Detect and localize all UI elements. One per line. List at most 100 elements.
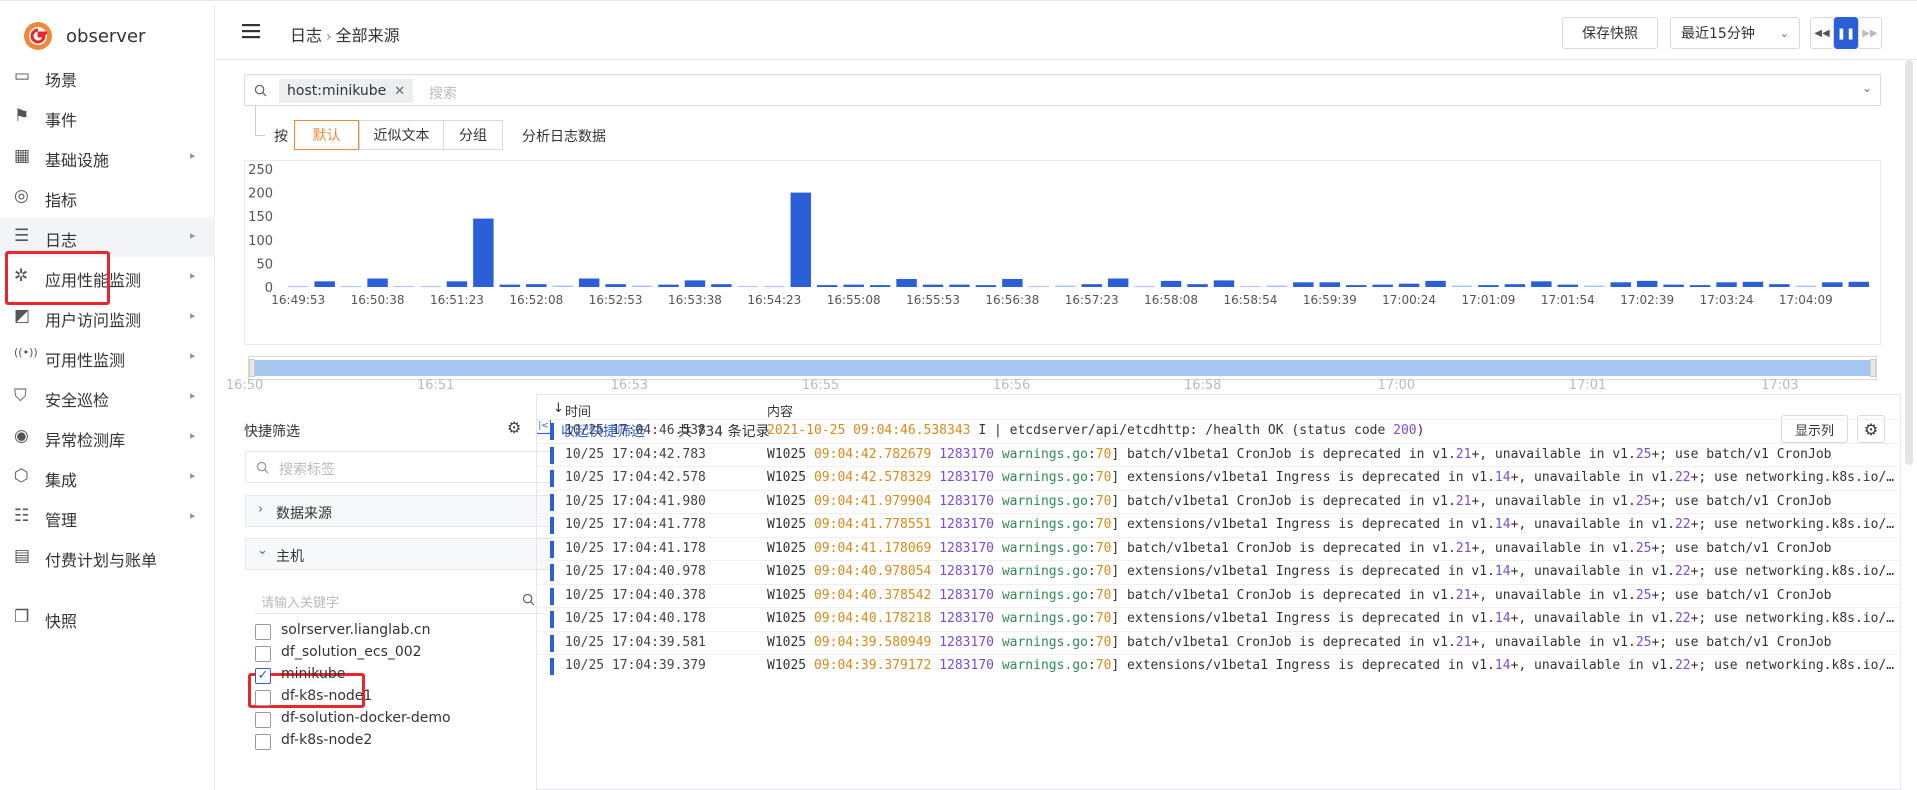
search-bar[interactable]: host:minikube ✕ 搜索 ⌄ [244, 74, 1881, 106]
histogram-bar[interactable] [1610, 282, 1631, 287]
histogram-bar[interactable] [1716, 282, 1737, 287]
time-range-select[interactable]: 最近15分钟 ⌄ [1670, 17, 1800, 49]
histogram-bar[interactable] [684, 280, 706, 287]
histogram-bar[interactable] [605, 284, 626, 287]
sidebar-item-2[interactable]: ▦ 基础设施 ▸ [0, 137, 215, 177]
histogram-bar[interactable] [340, 286, 362, 287]
histogram-bar[interactable] [922, 284, 944, 287]
table-row[interactable]: 10/25 17:04:40.378 W1025 09:04:40.378542 … [537, 583, 1900, 608]
table-row[interactable]: 10/25 17:04:42.578 W1025 09:04:42.578329 … [537, 466, 1900, 490]
groupby-approx-text[interactable]: 近似文本 [359, 120, 444, 150]
histogram-bar[interactable] [1240, 286, 1261, 287]
groupby-default[interactable]: 默认 [294, 120, 359, 150]
table-row[interactable]: 10/25 17:04:40.178 W1025 09:04:40.178218 … [537, 607, 1900, 631]
sidebar-item-1[interactable]: ⚑ 事件 [0, 97, 215, 137]
col-time-header[interactable]: 时间 [565, 401, 591, 420]
histogram-bar[interactable] [1795, 285, 1817, 287]
chevron-down-icon[interactable]: ⌄ [1862, 81, 1872, 95]
histogram-bar[interactable] [1055, 285, 1076, 287]
histogram-bar[interactable] [446, 281, 468, 287]
table-row[interactable]: 10/25 17:04:40.978 W1025 09:04:40.978054 … [537, 560, 1900, 584]
histogram-bar[interactable] [737, 286, 759, 287]
histogram-bar[interactable] [1293, 282, 1314, 287]
gear-icon[interactable]: ⚙ [507, 418, 521, 437]
table-row[interactable]: 10/25 17:04:39.581 W1025 09:04:39.580949 … [537, 630, 1900, 655]
rewind-button[interactable]: ◀◀ [1810, 17, 1834, 49]
histogram-bar[interactable] [1160, 280, 1182, 287]
histogram-bar[interactable] [526, 284, 547, 287]
histogram-bar[interactable] [949, 284, 970, 287]
slider-right-handle[interactable] [1870, 359, 1876, 377]
table-row[interactable]: 10/25 17:04:42.783 W1025 09:04:42.782679 … [537, 442, 1900, 467]
histogram-bar[interactable] [869, 285, 891, 287]
histogram-bar[interactable] [473, 218, 494, 287]
sidebar-item-12[interactable]: ▤ 付费计划与账单 [0, 537, 215, 577]
histogram-bar[interactable] [1134, 286, 1155, 287]
tag-search-input[interactable]: 搜索标签 [245, 451, 553, 483]
histogram-bar[interactable] [1372, 284, 1393, 287]
analyze-log-link[interactable]: 分析日志数据 [522, 126, 606, 146]
save-snapshot-button[interactable]: 保存快照 [1562, 17, 1658, 49]
histogram-bar[interactable] [1451, 285, 1473, 287]
menu-icon[interactable] [240, 20, 262, 42]
host-name[interactable]: solrserver.lianglab.cn [281, 622, 430, 638]
histogram-bar[interactable] [393, 286, 415, 287]
histogram-bar[interactable] [1107, 278, 1129, 287]
histogram-bar[interactable] [1319, 282, 1340, 287]
brand[interactable]: observer [22, 18, 145, 54]
histogram-bar[interactable] [817, 285, 838, 287]
histogram-bar[interactable] [1081, 284, 1102, 287]
table-row[interactable]: 10/25 17:04:41.980 W1025 09:04:41.979904 … [537, 489, 1900, 514]
section-data-source[interactable]: › 数据来源 [245, 495, 553, 527]
histogram-bar[interactable] [790, 192, 811, 287]
histogram-bar[interactable] [1663, 284, 1684, 287]
histogram-bar[interactable] [1346, 285, 1367, 287]
sidebar-item-7[interactable]: ((•)) 可用性监测 ▸ [0, 337, 215, 377]
host-checkbox[interactable]: ✓ [255, 668, 271, 684]
host-name[interactable]: df-k8s-node1 [281, 688, 372, 704]
histogram-bar[interactable] [1425, 280, 1446, 287]
host-name[interactable]: df-solution-docker-demo [281, 710, 451, 726]
slider-selection[interactable] [255, 360, 1870, 376]
table-row[interactable]: 10/25 17:04:41.178 W1025 09:04:41.178069 … [537, 536, 1900, 561]
histogram-bar[interactable] [1398, 283, 1420, 287]
filter-tag[interactable]: host:minikube ✕ [279, 79, 414, 103]
histogram-bar[interactable] [552, 285, 573, 287]
sidebar-item-11[interactable]: ☷ 管理 ▸ [0, 497, 215, 537]
histogram-bar[interactable] [1213, 280, 1235, 287]
search-placeholder[interactable]: 搜索 [429, 83, 457, 103]
host-search-input[interactable]: 请输入关键字 [255, 586, 545, 614]
host-checkbox[interactable] [255, 690, 271, 706]
sidebar-item-3[interactable]: ◎ 指标 [0, 177, 215, 217]
histogram-bar[interactable] [843, 284, 864, 287]
host-checkbox[interactable] [255, 734, 271, 750]
histogram-bar[interactable] [578, 278, 600, 287]
histogram-bar[interactable] [1478, 285, 1499, 287]
histogram-bar[interactable] [1689, 285, 1711, 287]
histogram-bar[interactable] [896, 278, 917, 287]
host-checkbox[interactable] [255, 646, 271, 662]
sidebar-item-13[interactable]: ❐ 快照 [0, 598, 215, 638]
table-row[interactable]: 10/25 17:04:46.538 2021-10-25 09:04:46.53… [537, 419, 1900, 443]
close-icon[interactable]: ✕ [394, 84, 405, 99]
host-name[interactable]: df-k8s-node2 [281, 732, 372, 748]
histogram-bar[interactable] [1557, 284, 1579, 287]
histogram-bar[interactable] [1848, 281, 1869, 287]
histogram-bar[interactable] [1266, 285, 1288, 287]
sidebar-item-10[interactable]: ⬡ 集成 ▸ [0, 457, 215, 497]
histogram-bar[interactable] [420, 286, 441, 287]
histogram-bar[interactable] [1742, 281, 1764, 287]
histogram-bar[interactable] [1636, 280, 1658, 287]
histogram-bar[interactable] [1187, 284, 1208, 287]
groupby-group[interactable]: 分组 [443, 120, 503, 150]
host-name[interactable]: minikube [281, 666, 345, 682]
table-row[interactable]: 10/25 17:04:39.379 W1025 09:04:39.379172 … [537, 654, 1900, 678]
slider-left-handle[interactable] [249, 359, 255, 377]
sidebar-item-8[interactable]: ⛉ 安全巡检 ▸ [0, 377, 215, 417]
table-row[interactable]: 10/25 17:04:41.778 W1025 09:04:41.778551 … [537, 513, 1900, 537]
histogram-bar[interactable] [711, 284, 732, 287]
histogram-bar[interactable] [658, 284, 679, 287]
histogram-bar[interactable] [314, 281, 335, 287]
host-name[interactable]: df_solution_ecs_002 [281, 644, 422, 660]
histogram-bar[interactable] [1584, 285, 1605, 287]
